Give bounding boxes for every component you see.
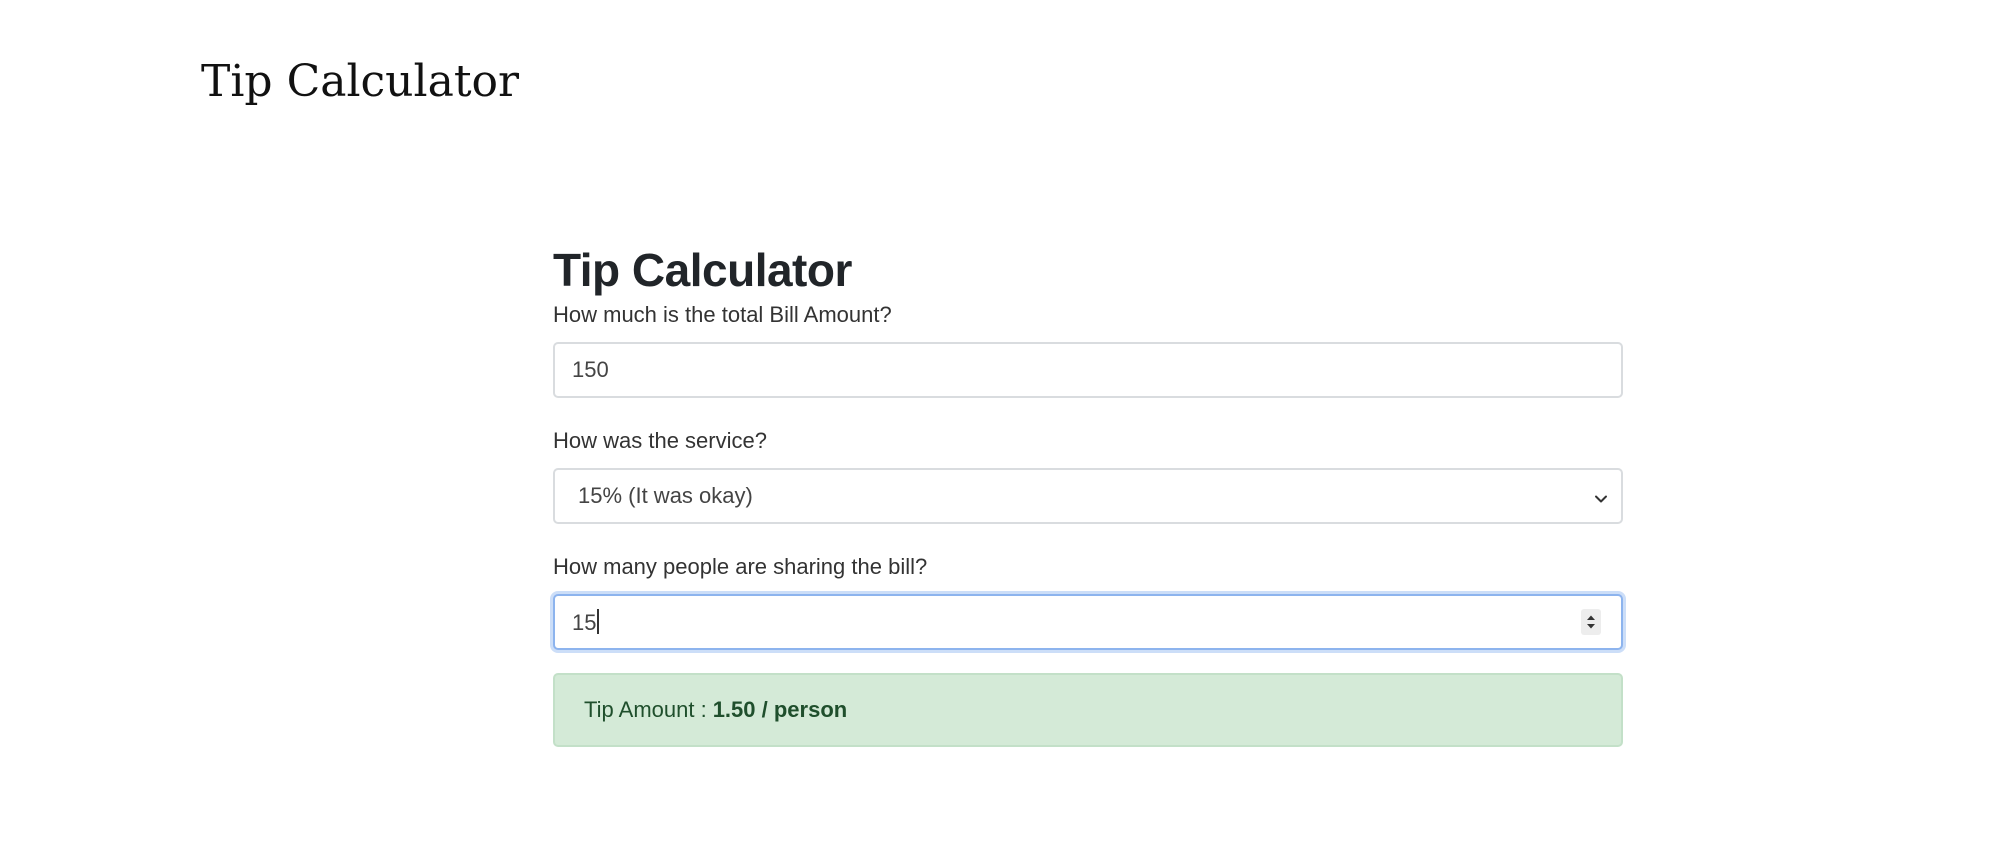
people-count-label: How many people are sharing the bill?: [553, 554, 928, 579]
tip-result-alert: Tip Amount : 1.50 / person: [553, 673, 1623, 747]
people-count-value: 15: [572, 609, 597, 635]
tip-result-prefix: Tip Amount :: [584, 697, 707, 722]
tip-result-amount: 1.50 / person: [712, 697, 848, 722]
service-label: How was the service?: [553, 428, 767, 453]
bill-amount-input[interactable]: 150: [553, 342, 1623, 398]
spinner-arrows-icon[interactable]: [1581, 609, 1601, 635]
tip-calculator-app: Tip Calculator How much is the total Bil…: [553, 242, 1623, 747]
text-caret: [597, 608, 599, 634]
chevron-down-icon: [1593, 487, 1609, 503]
bill-amount-value: 150: [572, 357, 609, 382]
calculator-title: Tip Calculator: [553, 244, 852, 296]
page-title: Tip Calculator: [201, 56, 520, 107]
bill-amount-label: How much is the total Bill Amount?: [553, 302, 892, 327]
people-count-input[interactable]: 15: [553, 594, 1623, 650]
service-selected-value: 15% (It was okay): [578, 483, 753, 508]
service-select[interactable]: 15% (It was okay): [553, 468, 1623, 524]
